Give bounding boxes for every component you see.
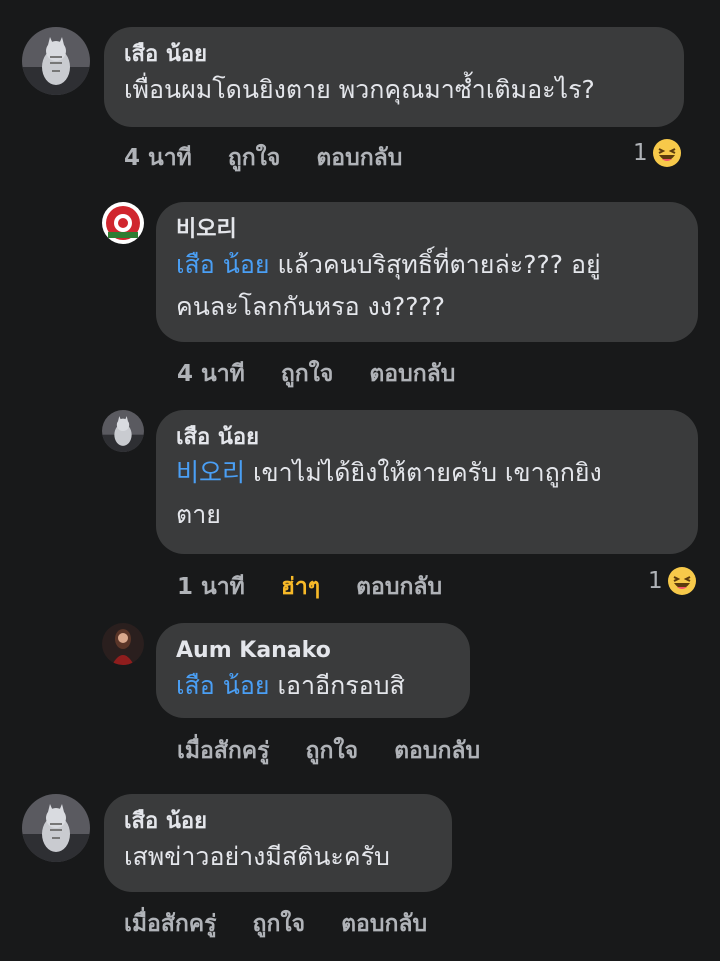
comment-bubble: Aum Kanako เสือ น้อย เอาอีกรอบสิ bbox=[156, 623, 470, 718]
comment-thread: เสือ น้อย เพื่อนผมโดนยิงตาย พวกคุณมาซ้ำเ… bbox=[0, 0, 720, 961]
like-button[interactable]: ถูกใจ bbox=[253, 906, 306, 942]
timestamp[interactable]: 1 นาที bbox=[177, 569, 245, 605]
reply-button[interactable]: ตอบกลับ bbox=[341, 906, 427, 942]
reply-button[interactable]: ตอบกลับ bbox=[356, 569, 442, 605]
comment-author[interactable]: เสือ น้อย bbox=[124, 41, 664, 69]
comment-actions: เมื่อสักครู่ ถูกใจ ตอบกลับ bbox=[177, 733, 516, 769]
comment-author[interactable]: Aum Kanako bbox=[176, 637, 450, 665]
comment-text-line: แล้วคนบริสุทธิ์ที่ตายล่ะ??? อยู่ bbox=[269, 250, 601, 279]
comment-text-line: เขาไม่ได้ยิงให้ตายครับ เขาถูกยิง bbox=[245, 458, 602, 487]
comment-text: เสือ น้อย เอาอีกรอบสิ bbox=[176, 665, 450, 707]
laughing-emoji-icon bbox=[652, 139, 681, 167]
comment-text-line: เอาอีกรอบสิ bbox=[269, 671, 405, 700]
reaction-count: 1 bbox=[648, 568, 663, 594]
avatar-cat-icon[interactable] bbox=[22, 27, 90, 95]
mention-link[interactable]: เสือ น้อย bbox=[176, 671, 270, 700]
comment-bubble: เสือ น้อย เพื่อนผมโดนยิงตาย พวกคุณมาซ้ำเ… bbox=[104, 27, 684, 127]
haha-reaction-button[interactable]: ฮ่าๆ bbox=[281, 569, 320, 605]
reply-button[interactable]: ตอบกลับ bbox=[316, 140, 402, 176]
timestamp[interactable]: เมื่อสักครู่ bbox=[124, 906, 217, 942]
laughing-emoji-icon bbox=[667, 567, 696, 595]
comment-author[interactable]: เสือ น้อย bbox=[124, 808, 432, 836]
reaction-summary[interactable]: 1 bbox=[633, 138, 682, 168]
comment-text: เสือ น้อย แล้วคนบริสุทธิ์ที่ตายล่ะ??? อย… bbox=[176, 244, 678, 328]
comment-actions: 4 นาที ถูกใจ ตอบกลับ bbox=[124, 140, 438, 176]
avatar-cat-icon[interactable] bbox=[102, 410, 144, 452]
timestamp[interactable]: เมื่อสักครู่ bbox=[177, 733, 270, 769]
comment-text: 비오리 เขาไม่ได้ยิงให้ตายครับ เขาถูกยิง ตาย bbox=[176, 452, 678, 536]
comment-bubble: เสือ น้อย เสพข่าวอย่างมีสตินะครับ bbox=[104, 794, 452, 892]
avatar-woman-icon[interactable] bbox=[102, 623, 144, 665]
like-button[interactable]: ถูกใจ bbox=[306, 733, 359, 769]
comment-bubble: เสือ น้อย 비오리 เขาไม่ได้ยิงให้ตายครับ เขา… bbox=[156, 410, 698, 554]
reply-button[interactable]: ตอบกลับ bbox=[369, 356, 455, 392]
comment-text: เพื่อนผมโดนยิงตาย พวกคุณมาซ้ำเติมอะไร? bbox=[124, 75, 595, 104]
comment-actions: เมื่อสักครู่ ถูกใจ ตอบกลับ bbox=[124, 906, 463, 942]
comment-text-line: คนละโลกกันหรอ งง???? bbox=[176, 292, 446, 321]
comment-author[interactable]: 비오리 bbox=[176, 216, 678, 244]
timestamp[interactable]: 4 นาที bbox=[177, 356, 245, 392]
reply-button[interactable]: ตอบกลับ bbox=[394, 733, 480, 769]
mention-link[interactable]: เสือ น้อย bbox=[176, 250, 270, 279]
comment-author[interactable]: เสือ น้อย bbox=[176, 424, 678, 452]
comment-text: เสพข่าวอย่างมีสตินะครับ bbox=[124, 842, 390, 871]
reaction-summary[interactable]: 1 bbox=[648, 566, 697, 596]
timestamp[interactable]: 4 นาที bbox=[124, 140, 192, 176]
comment-bubble: 비오리 เสือ น้อย แล้วคนบริสุทธิ์ที่ตายล่ะ??… bbox=[156, 202, 698, 342]
reaction-count: 1 bbox=[633, 140, 648, 166]
mention-link[interactable]: 비오리 bbox=[176, 458, 245, 487]
like-button[interactable]: ถูกใจ bbox=[228, 140, 281, 176]
avatar-red-logo-icon[interactable] bbox=[102, 202, 144, 244]
comment-text-line: ตาย bbox=[176, 500, 221, 529]
like-button[interactable]: ถูกใจ bbox=[281, 356, 334, 392]
comment-actions: 4 นาที ถูกใจ ตอบกลับ bbox=[177, 356, 491, 392]
avatar-cat-icon[interactable] bbox=[22, 794, 90, 862]
comment-actions: 1 นาที ฮ่าๆ ตอบกลับ bbox=[177, 569, 478, 605]
